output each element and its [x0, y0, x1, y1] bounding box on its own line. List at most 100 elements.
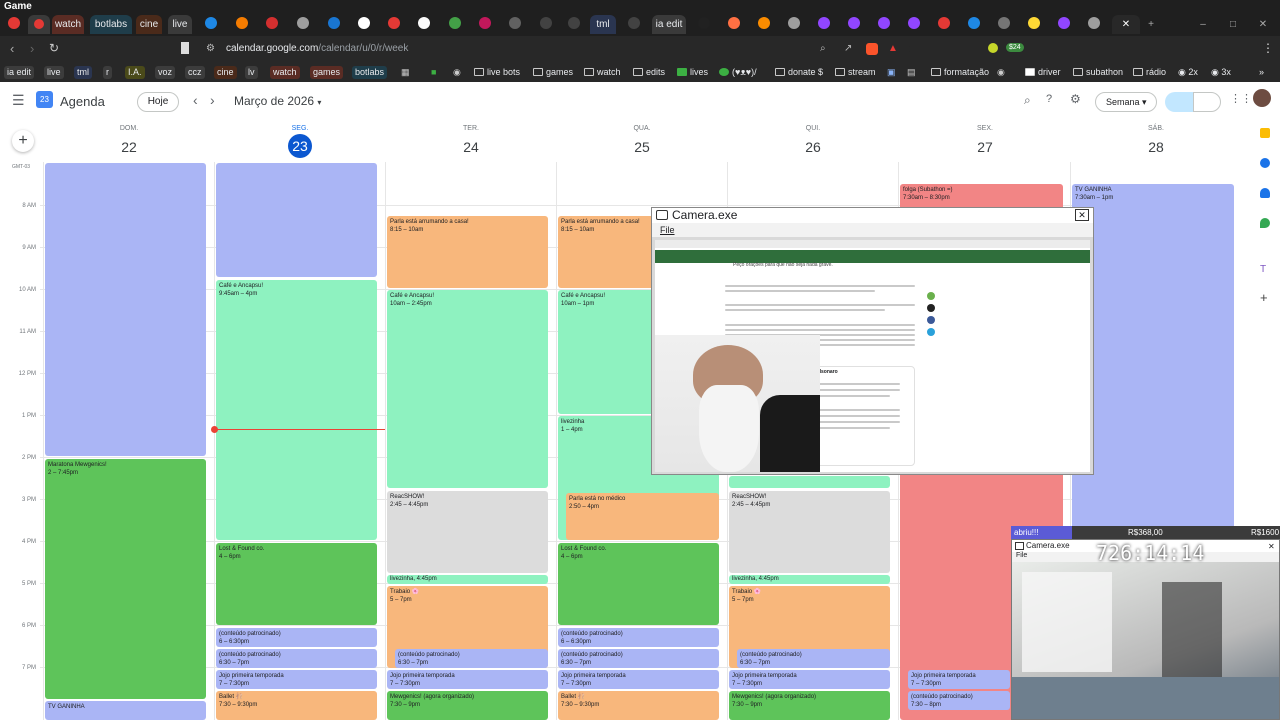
folder-live-bots[interactable]: live bots [471, 66, 523, 79]
tab-favicon-icon[interactable] [236, 17, 248, 29]
calendar-event[interactable]: (conteúdo patrocinado) 6:30 – 7pm [737, 649, 890, 668]
day-number[interactable]: 27 [970, 136, 1000, 158]
calendar-event[interactable]: Ballet 🩰 7:30 – 9:30pm [558, 691, 719, 720]
menu-kebab-icon[interactable]: ⋮ [1262, 41, 1274, 55]
bookmark-2x[interactable]: ◉ 2x [1175, 66, 1201, 79]
tab-favicon-icon[interactable] [388, 17, 400, 29]
tab-favicon-icon[interactable] [8, 17, 20, 29]
calendar-event[interactable]: Jojo primeira temporada 7 – 7:30pm [908, 670, 1010, 689]
forward-icon[interactable]: › [30, 41, 34, 56]
calendar-event[interactable]: (conteúdo patrocinado) 6:30 – 7pm [558, 649, 719, 668]
calendar-event[interactable]: Jojo primeira temporada 7 – 7:30pm [558, 670, 719, 689]
calendar-event[interactable]: Jojo primeira temporada 7 – 7:30pm [216, 670, 377, 689]
calendar-event[interactable]: livezinha, 4:45pm [729, 575, 890, 584]
calendar-event[interactable]: Lost & Found co. 4 – 6pm [558, 543, 719, 625]
tab-botlabs[interactable]: botlabs [90, 15, 132, 34]
brave-shield-icon[interactable] [866, 43, 878, 55]
tab-favicon-icon[interactable] [698, 17, 710, 29]
close-window-icon[interactable]: ✕ [1256, 15, 1270, 34]
tab-favicon-icon[interactable] [328, 17, 340, 29]
tab-cine[interactable]: cine [136, 15, 162, 34]
tab-favicon-icon[interactable] [818, 17, 830, 29]
tab-favicon-icon[interactable] [418, 17, 430, 29]
calendar-event[interactable]: Mewgenics! (agora organizado) 7:30 – 9pm [729, 691, 890, 720]
tab-live[interactable]: live [168, 15, 192, 34]
search-icon[interactable]: ⌕ [1024, 93, 1031, 108]
tab-favicon-icon[interactable] [479, 17, 491, 29]
help-icon[interactable]: ? [1046, 93, 1052, 105]
folder-edits[interactable]: edits [630, 66, 668, 79]
bookmark-games[interactable]: games [310, 66, 344, 79]
site-info-icon[interactable]: ⚙ [206, 40, 215, 58]
tab-favicon-icon[interactable] [848, 17, 860, 29]
calendar-event[interactable] [729, 476, 890, 488]
tab-favicon-icon[interactable] [358, 17, 370, 29]
bookmark-icon[interactable]: ▣ [884, 66, 899, 79]
share-telegram-icon[interactable] [927, 328, 935, 336]
tasks-view-toggle[interactable] [1193, 92, 1221, 112]
calendar-event[interactable]: Maratona Mewgenics! 2 – 7:45pm [45, 459, 206, 699]
tab-favicon-icon[interactable] [908, 17, 920, 29]
calendar-event[interactable]: (conteúdo patrocinado) 6:30 – 7pm [395, 649, 548, 668]
calendar-event[interactable]: (conteúdo patrocinado) 6 – 6:30pm [216, 628, 377, 647]
day-number[interactable]: 24 [456, 136, 486, 158]
bookmark-ia-edit[interactable]: ia edit [4, 66, 35, 79]
create-event-button[interactable]: + [12, 130, 34, 152]
calendar-event[interactable]: Lost & Found co. 4 – 6pm [216, 543, 377, 625]
share-x-icon[interactable] [927, 304, 935, 312]
rewards-icon[interactable]: ▲ [888, 40, 898, 58]
today-button[interactable]: Hoje [137, 92, 179, 112]
bookmark-cine[interactable]: cine [214, 66, 237, 79]
new-tab-icon[interactable]: + [1144, 15, 1158, 34]
month-dropdown-icon[interactable]: ▾ [317, 98, 321, 107]
minimize-icon[interactable]: – [1196, 15, 1210, 34]
folder-driver[interactable]: driver [1022, 66, 1064, 79]
calendar-event[interactable]: (conteúdo patrocinado) 6 – 6:30pm [558, 628, 719, 647]
file-menu[interactable]: File [660, 225, 675, 235]
calendar-event[interactable]: Café e Ancapsu! 9:45am – 4pm [216, 280, 377, 540]
bookmark-tml[interactable]: tml [74, 66, 92, 79]
folder-subathon[interactable]: subathon [1070, 66, 1126, 79]
zoom-icon[interactable]: ⌕ [820, 40, 826, 58]
calendar-event[interactable] [45, 163, 206, 456]
calendar-event[interactable]: Mewgenics! (agora organizado) 7:30 – 9pm [387, 691, 548, 720]
calendar-event[interactable]: (conteúdo patrocinado) 6:30 – 7pm [216, 649, 377, 668]
sheets-icon[interactable]: ■ [428, 66, 439, 79]
bookmark-ccz[interactable]: ccz [185, 66, 205, 79]
tab-favicon-icon[interactable] [540, 17, 552, 29]
calendar-event[interactable]: livezinha, 4:45pm [387, 575, 548, 584]
tab-favicon-icon[interactable] [728, 17, 740, 29]
tab-favicon-icon[interactable] [878, 17, 890, 29]
tab-favicon-icon[interactable] [449, 17, 461, 29]
bookmark-hearts[interactable]: (♥ᴥ♥)/ [716, 66, 760, 79]
tab-favicon-icon[interactable] [938, 17, 950, 29]
tasks-icon[interactable] [1260, 158, 1270, 168]
bookmark-icon[interactable]: ▤ [904, 66, 919, 79]
folder-radio[interactable]: rádio [1130, 66, 1169, 79]
bookmark-3x[interactable]: ◉ 3x [1208, 66, 1234, 79]
tab-ia-edit[interactable]: ia edit [652, 15, 686, 34]
share-icon[interactable]: ↗ [844, 40, 852, 58]
wallet-badge[interactable]: $24 [1006, 43, 1024, 52]
tab-favicon-icon[interactable] [297, 17, 309, 29]
tab-tml[interactable]: tml [590, 15, 616, 34]
calendar-event[interactable]: Café e Ancapsu! 10am – 2:45pm [387, 290, 548, 488]
prev-week-icon[interactable]: ‹ [193, 92, 198, 108]
tab-favicon-icon[interactable] [788, 17, 800, 29]
add-addon-icon[interactable]: + [1260, 290, 1268, 305]
folder-lives[interactable]: lives [674, 66, 711, 79]
more-bookmarks-icon[interactable]: » [1256, 66, 1267, 79]
calendar-event[interactable]: Parla está no médico 2:50 – 4pm [566, 493, 719, 540]
tab-favicon-icon[interactable] [266, 17, 278, 29]
calendar-event[interactable]: ReacSHOW! 2:45 – 4:45pm [387, 491, 548, 573]
camera-title-bar[interactable]: Camera.exe ✕ [652, 208, 1093, 223]
close-icon[interactable]: ✕ [1075, 209, 1089, 221]
folder-formatacao[interactable]: formatação [928, 66, 992, 79]
share-whatsapp-icon[interactable] [927, 292, 935, 300]
calendar-event[interactable]: TV GANINHA [45, 701, 206, 720]
bookmark-r[interactable]: r [103, 66, 112, 79]
day-number-today[interactable]: 23 [288, 134, 312, 158]
view-select[interactable]: Semana ▾ [1095, 92, 1157, 112]
tab-pinned-1[interactable] [28, 15, 50, 34]
back-icon[interactable]: ‹ [10, 41, 14, 56]
